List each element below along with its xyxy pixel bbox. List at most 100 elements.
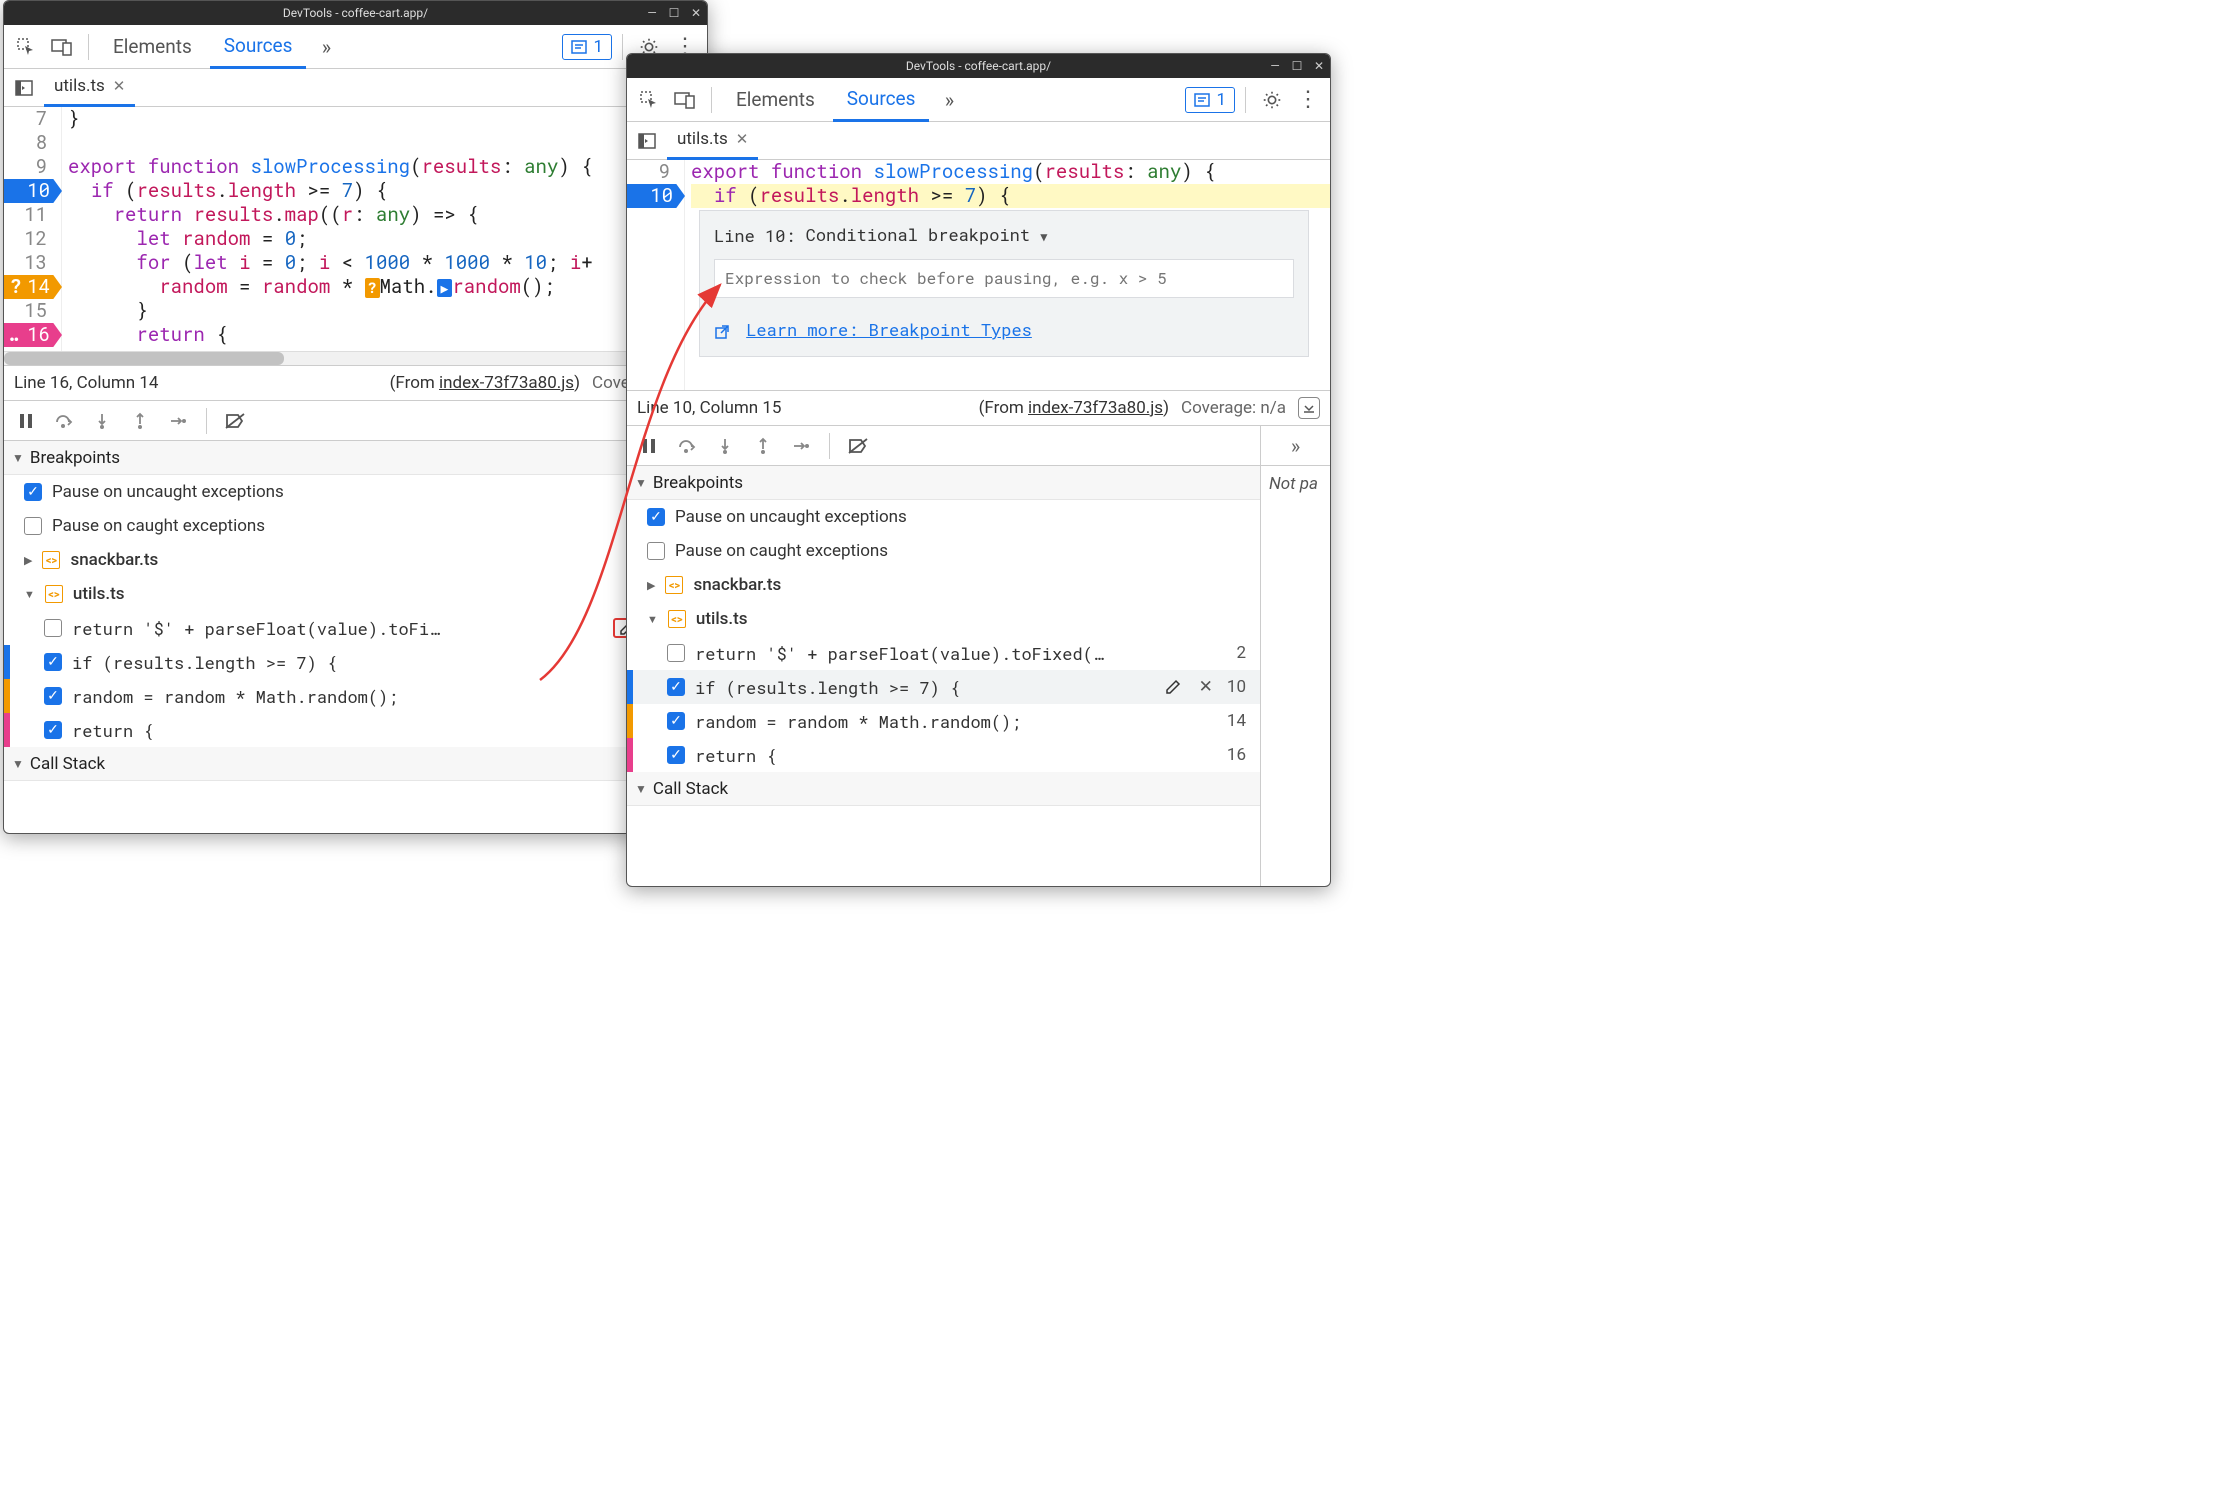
- pause-caught-row[interactable]: Pause on caught exceptions: [627, 534, 1260, 568]
- checkbox[interactable]: ✓: [667, 678, 685, 696]
- kebab-menu-icon[interactable]: ⋮: [1292, 84, 1324, 116]
- close-button[interactable]: ✕: [1312, 59, 1326, 73]
- gutter[interactable]: 78910111213141516: [4, 107, 62, 351]
- pause-caught-row[interactable]: Pause on caught exceptions: [4, 509, 707, 543]
- pause-uncaught-row[interactable]: ✓ Pause on uncaught exceptions: [4, 475, 707, 509]
- breakpoint-marker[interactable]: 10: [4, 179, 62, 203]
- device-toggle-icon[interactable]: [46, 31, 78, 63]
- file-tab-utils[interactable]: utils.ts ✕: [44, 69, 135, 107]
- checkbox[interactable]: [44, 619, 62, 637]
- code-editor[interactable]: 78910111213141516 }export function slowP…: [4, 107, 707, 351]
- chevron-down-icon: ▼: [635, 782, 647, 796]
- breakpoint-entry[interactable]: return '$' + parseFloat(value).toFixed(……: [627, 636, 1260, 670]
- ts-file-icon: <>: [45, 585, 63, 603]
- pause-uncaught-row[interactable]: ✓ Pause on uncaught exceptions: [627, 500, 1260, 534]
- minimize-button[interactable]: —: [1268, 59, 1282, 73]
- checkbox[interactable]: ✓: [667, 712, 685, 730]
- issues-badge[interactable]: 1: [1185, 87, 1235, 113]
- tab-elements[interactable]: Elements: [722, 78, 829, 122]
- step-out-icon[interactable]: [747, 430, 779, 462]
- minimize-button[interactable]: —: [645, 6, 659, 20]
- breakpoints-section-header[interactable]: ▼ Breakpoints: [627, 466, 1260, 500]
- source-link[interactable]: index-73f73a80.js: [1028, 398, 1163, 418]
- step-into-icon[interactable]: [709, 430, 741, 462]
- more-tabs-icon[interactable]: »: [1280, 430, 1312, 462]
- checkbox[interactable]: [667, 644, 685, 662]
- top-toolbar: Elements Sources » 1 ⋮: [4, 25, 707, 69]
- breakpoint-entry[interactable]: return '$' + parseFloat(value).toFi…✕2: [4, 611, 707, 645]
- deactivate-breakpoints-icon[interactable]: [842, 430, 874, 462]
- checkbox-unchecked[interactable]: [647, 542, 665, 560]
- settings-icon[interactable]: [1256, 84, 1288, 116]
- checkbox-unchecked[interactable]: [24, 517, 42, 535]
- collapse-icon[interactable]: [1298, 397, 1320, 419]
- checkbox[interactable]: ✓: [667, 746, 685, 764]
- device-toggle-icon[interactable]: [669, 84, 701, 116]
- step-into-icon[interactable]: [86, 405, 118, 437]
- callstack-section-header[interactable]: ▼ Call Stack: [627, 772, 1260, 806]
- gutter[interactable]: 910: [627, 160, 685, 390]
- deactivate-breakpoints-icon[interactable]: [219, 405, 251, 437]
- callstack-section-header[interactable]: ▼ Call Stack: [4, 747, 707, 781]
- pause-uncaught-label: Pause on uncaught exceptions: [52, 482, 697, 502]
- breakpoint-marker[interactable]: 16: [4, 323, 62, 347]
- horizontal-scrollbar[interactable]: [4, 351, 707, 365]
- step-icon[interactable]: [162, 405, 194, 437]
- tab-sources[interactable]: Sources: [210, 25, 307, 69]
- breakpoint-marker[interactable]: 14: [4, 275, 62, 299]
- code-lines[interactable]: }export function slowProcessing(results:…: [62, 107, 707, 351]
- step-over-icon[interactable]: [671, 430, 703, 462]
- breakpoint-file-row[interactable]: ▶ <> snackbar.ts: [4, 543, 707, 577]
- tab-sources[interactable]: Sources: [833, 78, 930, 122]
- breakpoint-entry[interactable]: ✓random = random * Math.random();14: [4, 679, 707, 713]
- maximize-button[interactable]: ☐: [1290, 59, 1304, 73]
- line-number: 14: [1227, 711, 1250, 731]
- breakpoint-file-row[interactable]: ▶ <> snackbar.ts: [627, 568, 1260, 602]
- checkbox-checked[interactable]: ✓: [647, 508, 665, 526]
- checkbox[interactable]: ✓: [44, 687, 62, 705]
- checkbox-checked[interactable]: ✓: [24, 483, 42, 501]
- file-tab-utils[interactable]: utils.ts ✕: [667, 122, 758, 160]
- tab-elements[interactable]: Elements: [99, 25, 206, 69]
- cursor-position: Line 10, Column 15: [637, 398, 781, 418]
- ts-file-icon: <>: [42, 551, 60, 569]
- breakpoint-entry[interactable]: ✓return {16: [4, 713, 707, 747]
- chevron-right-icon: ▶: [647, 579, 655, 592]
- inspect-icon[interactable]: [10, 31, 42, 63]
- breakpoint-file-row[interactable]: ▼ <> utils.ts: [4, 577, 707, 611]
- navigator-toggle-icon[interactable]: [631, 125, 663, 157]
- breakpoint-entry[interactable]: ✓if (results.length >= 7) {10: [4, 645, 707, 679]
- breakpoint-marker[interactable]: 10: [627, 184, 685, 208]
- breakpoint-file-row[interactable]: ▼ <> utils.ts: [627, 602, 1260, 636]
- external-link-icon: [714, 318, 740, 341]
- inspect-icon[interactable]: [633, 84, 665, 116]
- step-over-icon[interactable]: [48, 405, 80, 437]
- maximize-button[interactable]: ☐: [667, 6, 681, 20]
- issues-badge[interactable]: 1: [562, 34, 612, 60]
- checkbox[interactable]: ✓: [44, 653, 62, 671]
- delete-icon[interactable]: ✕: [1195, 677, 1217, 697]
- pause-icon[interactable]: [633, 430, 665, 462]
- line-number: 2: [1236, 643, 1250, 663]
- breakpoint-entry[interactable]: ✓if (results.length >= 7) {✕10: [627, 670, 1260, 704]
- learn-more-link[interactable]: Learn more: Breakpoint Types: [746, 318, 1032, 341]
- more-tabs-icon[interactable]: »: [933, 84, 965, 116]
- step-icon[interactable]: [785, 430, 817, 462]
- code-editor[interactable]: 910 export function slowProcessing(resul…: [627, 160, 1330, 390]
- source-link[interactable]: index-73f73a80.js: [439, 373, 574, 393]
- more-tabs-icon[interactable]: »: [310, 31, 342, 63]
- pause-icon[interactable]: [10, 405, 42, 437]
- line-number: 16: [1227, 745, 1250, 765]
- close-icon[interactable]: ✕: [113, 77, 126, 95]
- close-button[interactable]: ✕: [689, 6, 703, 20]
- breakpoint-type-dropdown[interactable]: Conditional breakpoint ▼: [806, 223, 1048, 249]
- edit-icon[interactable]: [1161, 679, 1185, 695]
- step-out-icon[interactable]: [124, 405, 156, 437]
- breakpoints-section-header[interactable]: ▼ Breakpoints: [4, 441, 707, 475]
- breakpoint-condition-input[interactable]: [714, 259, 1294, 298]
- close-icon[interactable]: ✕: [736, 130, 749, 148]
- navigator-toggle-icon[interactable]: [8, 72, 40, 104]
- breakpoint-entry[interactable]: ✓random = random * Math.random();14: [627, 704, 1260, 738]
- breakpoint-entry[interactable]: ✓return {16: [627, 738, 1260, 772]
- checkbox[interactable]: ✓: [44, 721, 62, 739]
